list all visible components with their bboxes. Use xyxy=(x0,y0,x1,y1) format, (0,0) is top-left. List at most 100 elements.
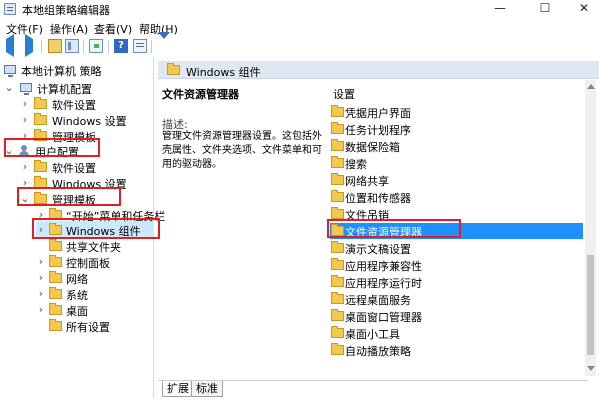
toolbar-divider xyxy=(151,40,152,53)
group-policy-editor-window: 本地组策略编辑器 — ☐ ✕ 文件(F) 操作(A) 查看(V) 帮助(H) ?… xyxy=(0,0,599,401)
description-text: 管理文件资源管理器设置。这包括外壳属性、文件夹选项、文件菜单和可用的驱动器。 xyxy=(162,131,322,170)
menu-view[interactable]: 查看(V) xyxy=(94,21,132,37)
folder-icon xyxy=(331,105,344,117)
tree-computer-config-label: 计算机配置 xyxy=(37,83,92,96)
folder-icon xyxy=(331,241,344,253)
list-item-label: 任务计划程序 xyxy=(345,124,411,137)
folder-icon xyxy=(34,97,47,109)
list-item-label: 自动播放策略 xyxy=(345,345,411,358)
forward-arrow-icon[interactable] xyxy=(22,34,36,57)
list-item[interactable]: 自动播放策略 xyxy=(330,342,583,358)
tree-item-label: 系统 xyxy=(66,289,88,302)
list-item-label: 应用程序运行时 xyxy=(345,277,422,290)
toolbar: ? xyxy=(0,32,599,57)
close-button[interactable]: ✕ xyxy=(569,0,599,18)
menu-bar: 文件(F) 操作(A) 查看(V) 帮助(H) xyxy=(0,18,599,37)
folder-icon xyxy=(331,326,344,338)
list-item[interactable]: 应用程序运行时 xyxy=(330,274,583,290)
chevron-down-icon[interactable]: ⌄ xyxy=(4,80,14,96)
folder-icon xyxy=(331,343,344,355)
chevron-right-icon[interactable]: › xyxy=(36,254,46,270)
list-item[interactable]: 数据保险箱 xyxy=(330,138,583,154)
list-item-label: 搜索 xyxy=(345,158,367,171)
list-item[interactable]: 网络共享 xyxy=(330,172,583,188)
toolbar-divider xyxy=(41,40,42,53)
up-folder-icon[interactable] xyxy=(48,39,62,53)
settings-column-header[interactable]: 设置 xyxy=(333,86,355,102)
properties-icon[interactable] xyxy=(133,39,147,53)
scroll-down-icon[interactable] xyxy=(587,366,595,371)
chevron-right-icon[interactable]: › xyxy=(20,112,30,128)
policy-editor-icon xyxy=(4,3,16,15)
folder-icon xyxy=(34,160,47,172)
chevron-right-icon[interactable]: › xyxy=(20,159,30,175)
maximize-button[interactable]: ☐ xyxy=(530,0,560,18)
tree-item-label: 控制面板 xyxy=(66,257,110,270)
tree-item-label: 共享文件夹 xyxy=(66,241,121,254)
tree-item-label: 所有设置 xyxy=(66,321,110,334)
folder-icon xyxy=(167,63,180,75)
vertical-scrollbar[interactable] xyxy=(585,80,596,376)
list-item[interactable]: 任务计划程序 xyxy=(330,121,583,137)
right-pane-title: Windows 组件 xyxy=(186,66,261,79)
list-item-label: 位置和传感器 xyxy=(345,192,411,205)
filter-icon[interactable] xyxy=(157,32,171,53)
annotation-box-admin-templates xyxy=(17,187,121,206)
list-item-label: 桌面小工具 xyxy=(345,328,400,341)
scroll-up-icon[interactable] xyxy=(587,84,595,89)
list-item[interactable]: 位置和传感器 xyxy=(330,189,583,205)
folder-icon xyxy=(49,287,62,299)
list-item[interactable]: 搜索 xyxy=(330,155,583,171)
folder-icon xyxy=(331,207,344,219)
folder-icon xyxy=(331,309,344,321)
folder-icon xyxy=(331,139,344,151)
tree-item-label: 桌面 xyxy=(66,305,88,318)
scroll-thumb[interactable] xyxy=(587,255,594,355)
chevron-right-icon[interactable]: › xyxy=(36,302,46,318)
chevron-right-icon[interactable]: › xyxy=(20,96,30,112)
folder-icon xyxy=(49,271,62,283)
list-item[interactable]: 桌面小工具 xyxy=(330,325,583,341)
minimize-button[interactable]: — xyxy=(485,0,515,18)
show-hide-tree-icon[interactable] xyxy=(65,39,79,53)
window-title: 本地组策略编辑器 xyxy=(22,4,110,17)
list-item[interactable]: 演示文稿设置 xyxy=(330,240,583,256)
annotation-box-file-explorer xyxy=(327,219,461,238)
chevron-right-icon[interactable]: › xyxy=(36,286,46,302)
tab-standard[interactable]: 标准 xyxy=(191,381,223,397)
chevron-right-icon[interactable]: › xyxy=(36,270,46,286)
folder-icon xyxy=(331,190,344,202)
policy-icon xyxy=(4,65,16,77)
list-item-label: 应用程序兼容性 xyxy=(345,260,422,273)
annotation-box-windows-components xyxy=(32,218,160,239)
list-item[interactable]: 远程桌面服务 xyxy=(330,291,583,307)
list-item-label: 凭据用户界面 xyxy=(345,107,411,120)
tree-root-label: 本地计算机 策略 xyxy=(21,65,102,78)
tree-item-label: 软件设置 xyxy=(52,162,96,175)
folder-icon xyxy=(331,173,344,185)
list-item[interactable]: 桌面窗口管理器 xyxy=(330,308,583,324)
right-pane-header: Windows 组件 xyxy=(158,61,599,79)
folder-icon xyxy=(49,239,62,251)
toolbar-divider xyxy=(108,40,109,53)
list-item-label: 演示文稿设置 xyxy=(345,243,411,256)
folder-icon xyxy=(331,275,344,287)
tree-item-label: 网络 xyxy=(66,273,88,286)
folder-icon xyxy=(331,122,344,134)
list-item-label: 远程桌面服务 xyxy=(345,294,411,307)
title-bar: 本地组策略编辑器 — ☐ ✕ xyxy=(0,0,599,18)
help-icon[interactable]: ? xyxy=(114,39,128,53)
view-tabs: 扩展 标准 xyxy=(158,380,588,398)
folder-icon xyxy=(331,292,344,304)
menu-action[interactable]: 操作(A) xyxy=(50,21,88,37)
annotation-box-user-config xyxy=(4,138,100,157)
folder-icon xyxy=(49,319,62,331)
description-title: 文件资源管理器 xyxy=(162,88,239,101)
export-list-icon[interactable] xyxy=(89,39,103,53)
folder-icon xyxy=(49,255,62,267)
list-item[interactable]: 应用程序兼容性 xyxy=(330,257,583,273)
toolbar-divider xyxy=(83,40,84,53)
back-arrow-icon[interactable] xyxy=(4,34,18,57)
list-item[interactable]: 凭据用户界面 xyxy=(330,104,583,120)
tab-extended[interactable]: 扩展 xyxy=(162,381,194,397)
